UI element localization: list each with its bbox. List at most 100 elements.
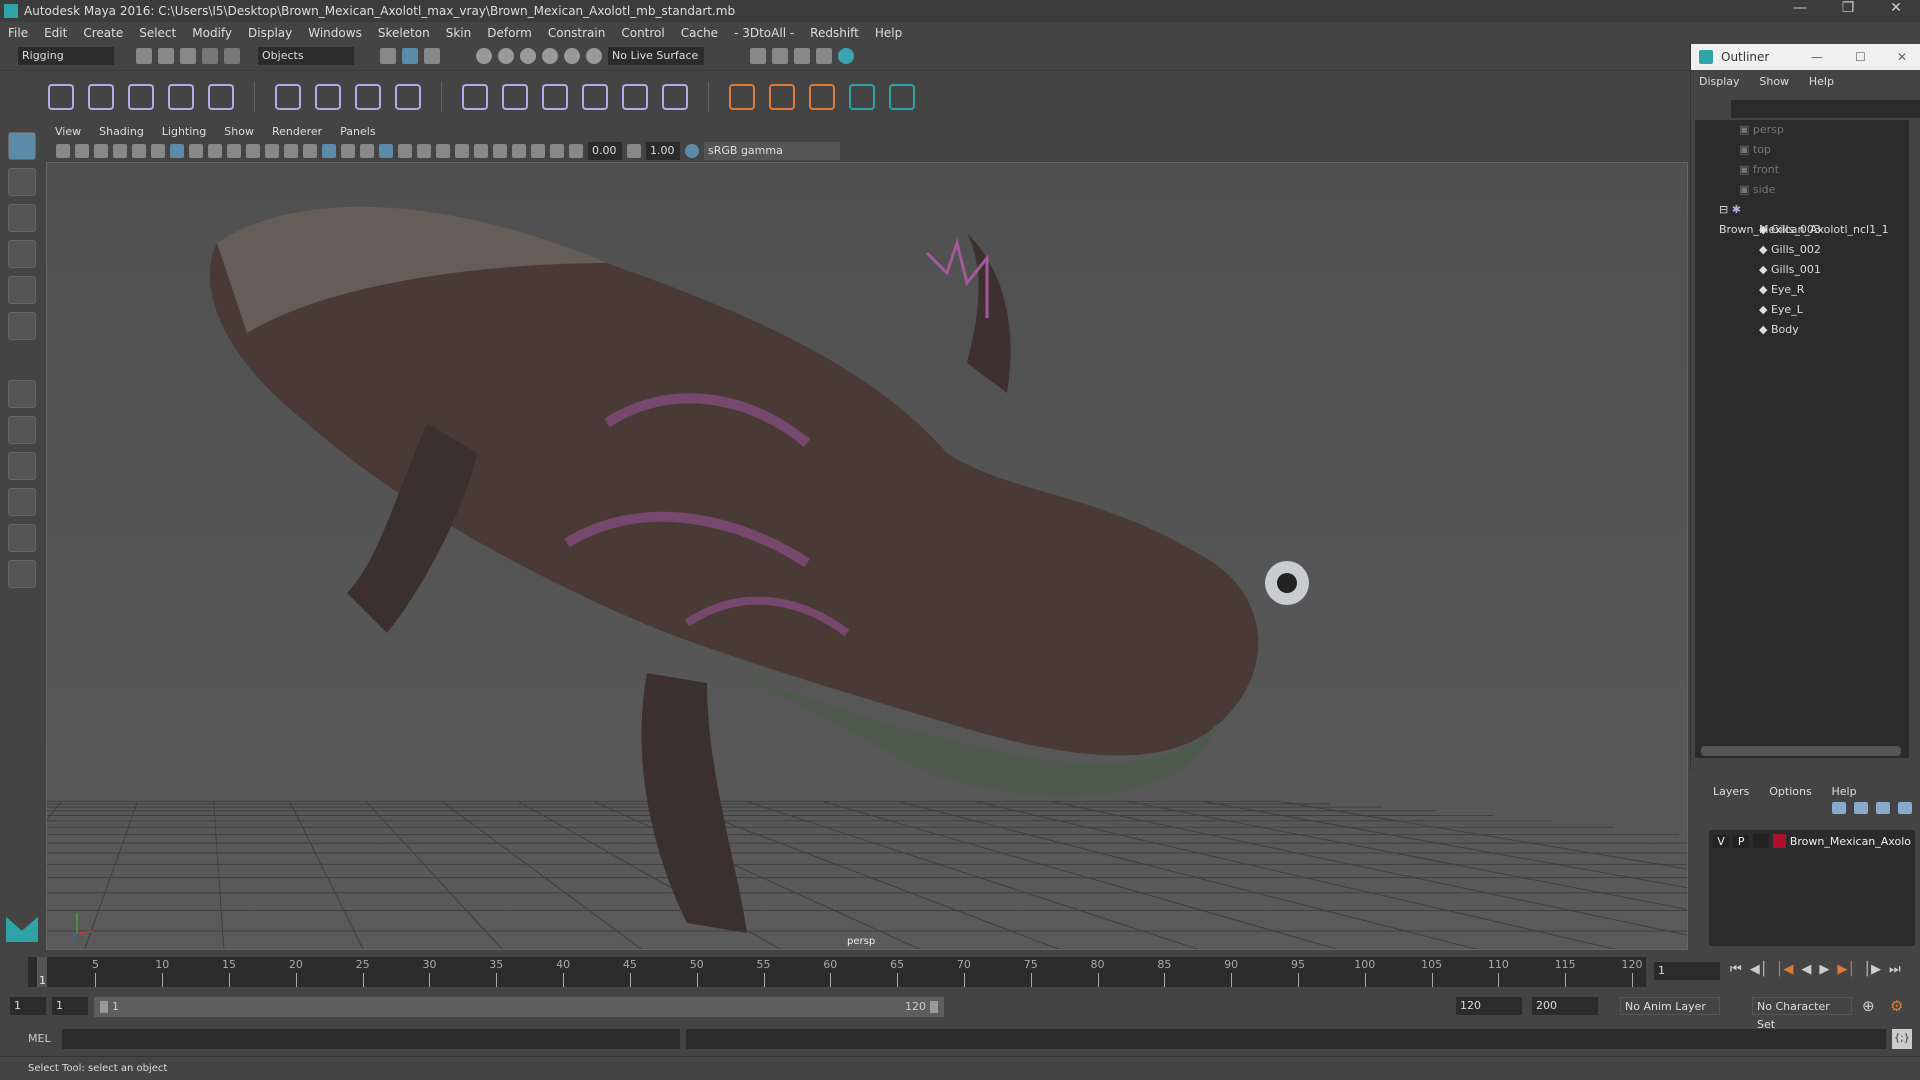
grease-pencil-icon[interactable] — [151, 144, 165, 158]
menu-deform[interactable]: Deform — [487, 26, 532, 40]
render-frame-icon[interactable] — [772, 48, 788, 64]
scene-start-field[interactable]: 1 — [10, 997, 46, 1015]
outliner-item-gills-001[interactable]: ◆ Gills_001 — [1695, 260, 1909, 280]
motion-blur-icon[interactable] — [455, 144, 469, 158]
move-tool-icon[interactable] — [8, 240, 36, 268]
outliner-minimize-button[interactable]: — — [1811, 50, 1823, 64]
close-button[interactable]: ✕ — [1876, 0, 1916, 16]
outliner-item-gills-003[interactable]: ◆ Gills_003 — [1695, 220, 1909, 240]
exposure-field[interactable]: 0.00 — [588, 142, 622, 160]
outliner-item-group[interactable]: ⊟ ✱ Brown_Mexican_Axolotl_ncl1_1 — [1695, 200, 1909, 236]
outliner-maximize-button[interactable]: ☐ — [1855, 50, 1866, 64]
graph-layout-icon[interactable] — [8, 524, 36, 552]
maya-tool-icon[interactable] — [849, 83, 875, 110]
menu-skin[interactable]: Skin — [446, 26, 472, 40]
menu-modify[interactable]: Modify — [192, 26, 232, 40]
outliner-item-gills-002[interactable]: ◆ Gills_002 — [1695, 240, 1909, 260]
scale-constraint-icon[interactable] — [582, 83, 608, 110]
step-forward-frame-icon[interactable]: │▶ — [1863, 962, 1881, 977]
safe-action-icon[interactable] — [265, 144, 279, 158]
undo-icon[interactable] — [202, 48, 218, 64]
current-frame-field[interactable]: 1 — [1654, 962, 1720, 980]
range-end-handle[interactable] — [930, 1001, 938, 1013]
view-transform-dropdown[interactable]: sRGB gamma — [704, 142, 840, 160]
range-slider[interactable]: 1 120 — [94, 997, 944, 1017]
select-object-icon[interactable] — [402, 48, 418, 64]
ambient-occlusion-icon[interactable] — [436, 144, 450, 158]
layer-color-swatch[interactable] — [1773, 834, 1786, 848]
panel-menu-view[interactable]: View — [55, 125, 81, 138]
step-back-key-icon[interactable]: │◀ — [1776, 962, 1794, 977]
select-component-icon[interactable] — [424, 48, 440, 64]
xray-joints-icon[interactable] — [531, 144, 545, 158]
panel-menu-shading[interactable]: Shading — [99, 125, 144, 138]
menu-control[interactable]: Control — [621, 26, 664, 40]
render-settings-icon[interactable] — [750, 48, 766, 64]
wireframe-icon[interactable] — [303, 144, 317, 158]
go-to-end-icon[interactable]: ⏭ — [1889, 962, 1901, 977]
lattice-icon[interactable] — [355, 83, 381, 110]
hypershade-layout-icon[interactable] — [8, 560, 36, 588]
menu-edit[interactable]: Edit — [44, 26, 67, 40]
menu-select[interactable]: Select — [139, 26, 176, 40]
camera-attributes-icon[interactable] — [75, 144, 89, 158]
layer-visibility-toggle[interactable]: V — [1713, 834, 1730, 848]
outliner-layout-icon[interactable] — [8, 488, 36, 516]
key-icon[interactable] — [769, 83, 795, 110]
textured-icon[interactable] — [379, 144, 393, 158]
menu-create[interactable]: Create — [83, 26, 123, 40]
move-layer-down-icon[interactable] — [1854, 802, 1868, 814]
snap-pivot-icon[interactable] — [586, 48, 602, 64]
play-forward-icon[interactable]: ▶ — [1819, 962, 1829, 977]
layer-playback-toggle[interactable]: P — [1733, 834, 1750, 848]
hypershade-icon[interactable] — [838, 48, 854, 64]
maya-tool2-icon[interactable] — [889, 83, 915, 110]
wireframe-on-shaded-icon[interactable] — [341, 144, 355, 158]
outliner-item-body[interactable]: ◆ Body — [1695, 320, 1909, 340]
selection-mode-dropdown[interactable]: Objects — [258, 47, 354, 65]
new-layer-selected-icon[interactable] — [1898, 802, 1912, 814]
snap-grid-icon[interactable] — [476, 48, 492, 64]
safe-title-icon[interactable] — [284, 144, 298, 158]
select-tool-icon[interactable] — [8, 132, 36, 160]
paint-weights-icon[interactable] — [315, 83, 341, 110]
anti-aliasing-icon[interactable] — [474, 144, 488, 158]
gamma-field[interactable]: 1.00 — [646, 142, 680, 160]
isolate-select-icon[interactable] — [512, 144, 526, 158]
render-view-icon[interactable] — [816, 48, 832, 64]
outliner-item-top[interactable]: ▣ top — [1695, 140, 1909, 160]
menu-display[interactable]: Display — [248, 26, 292, 40]
step-forward-key-icon[interactable]: ▶│ — [1837, 962, 1855, 977]
script-editor-icon[interactable]: {;} — [1892, 1029, 1912, 1049]
snap-view-icon[interactable] — [542, 48, 558, 64]
humanik-icon[interactable] — [208, 83, 234, 110]
outliner-menu-show[interactable]: Show — [1759, 75, 1789, 88]
layers-menu-layers[interactable]: Layers — [1713, 785, 1749, 798]
range-start-handle[interactable] — [100, 1001, 108, 1013]
menu-3dtoall[interactable]: - 3DtoAll - — [734, 26, 794, 40]
panel-menu-panels[interactable]: Panels — [340, 125, 375, 138]
redo-icon[interactable] — [224, 48, 240, 64]
ik-spline-icon[interactable] — [128, 83, 154, 110]
shadows-icon[interactable] — [417, 144, 431, 158]
scene-end-field[interactable]: 200 — [1532, 997, 1598, 1015]
outliner-list[interactable]: ▣ persp ▣ top ▣ front ▣ side ⊟ ✱ Brown_M… — [1695, 120, 1909, 758]
snap-surface-icon[interactable] — [564, 48, 580, 64]
outliner-menu-display[interactable]: Display — [1699, 75, 1740, 88]
new-layer-icon[interactable] — [1876, 802, 1890, 814]
step-back-frame-icon[interactable]: ◀│ — [1750, 962, 1768, 977]
side-by-side-icon[interactable] — [8, 452, 36, 480]
four-view-icon[interactable] — [8, 416, 36, 444]
xray-icon[interactable] — [360, 144, 374, 158]
character-set-dropdown[interactable]: No Character Set — [1752, 997, 1852, 1031]
gate-mask-icon[interactable] — [227, 144, 241, 158]
panel-menu-renderer[interactable]: Renderer — [272, 125, 322, 138]
locator-icon[interactable] — [729, 83, 755, 110]
anim-layer-dropdown[interactable]: No Anim Layer — [1620, 997, 1720, 1015]
cluster-icon[interactable] — [395, 83, 421, 110]
menu-help[interactable]: Help — [875, 26, 902, 40]
scale-tool-icon[interactable] — [8, 312, 36, 340]
menu-cache[interactable]: Cache — [681, 26, 718, 40]
2d-pan-zoom-icon[interactable] — [132, 144, 146, 158]
snap-point-icon[interactable] — [520, 48, 536, 64]
